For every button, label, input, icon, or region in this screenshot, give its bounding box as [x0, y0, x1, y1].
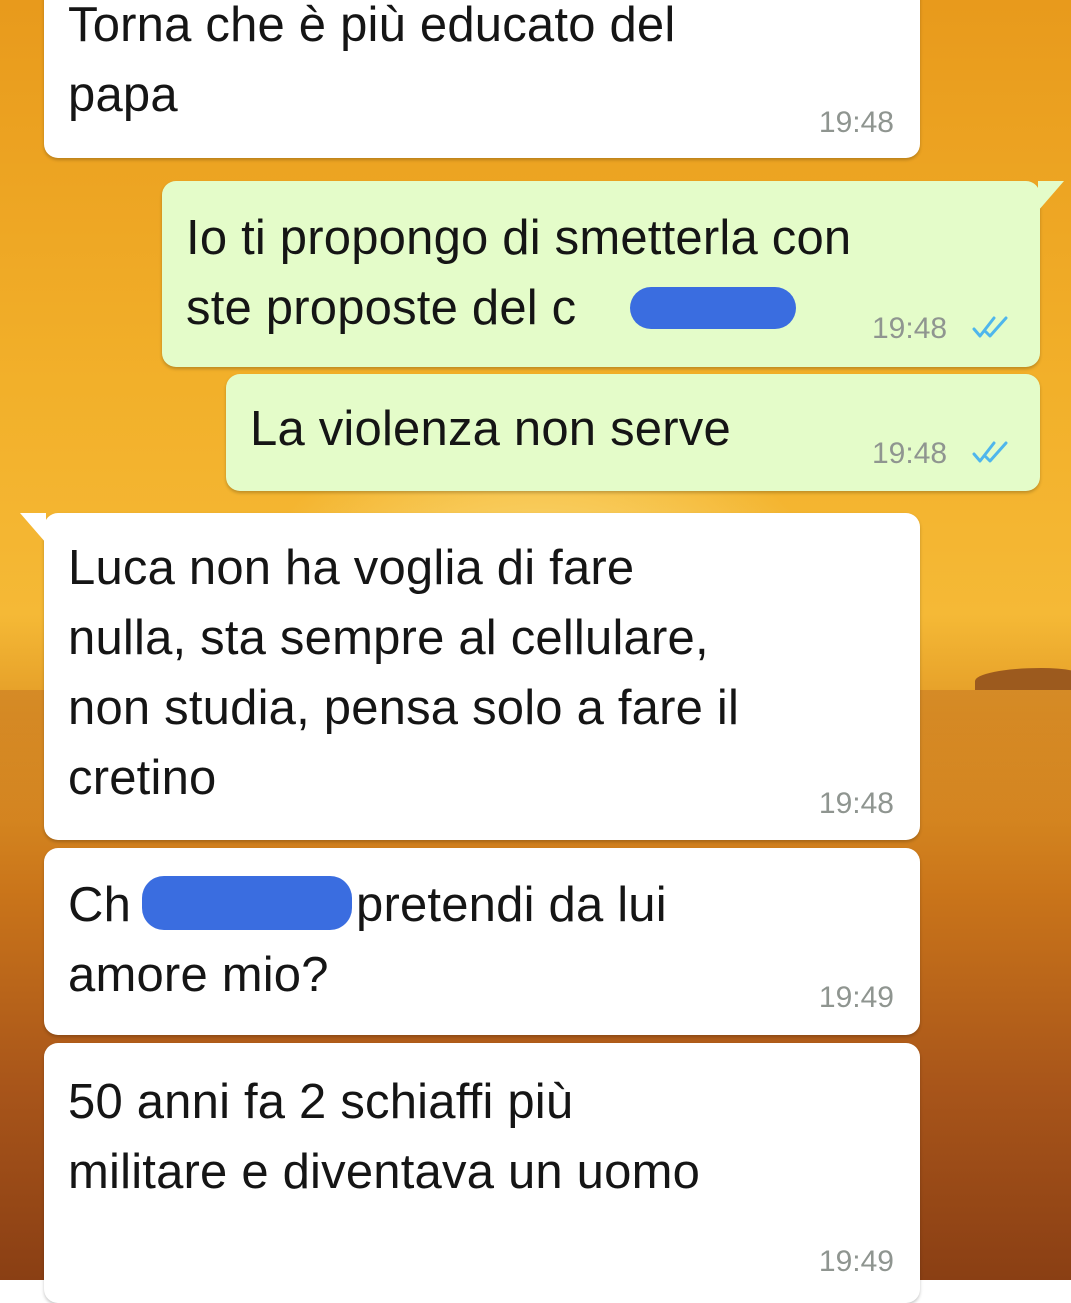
double-check-icon: [972, 316, 1008, 338]
message-timestamp: 19:49: [818, 981, 894, 1014]
censor-scribble: [142, 876, 352, 930]
message-text-line: amore mio?: [68, 948, 329, 1002]
message-text-line: Ch: [68, 878, 132, 932]
message-bubble-incoming[interactable]: Luca non ha voglia di fare nulla, sta se…: [20, 513, 920, 840]
message-bubble-outgoing[interactable]: Io ti propongo di smetterla con ste prop…: [162, 181, 1064, 367]
message-text-line: ste proposte del c: [186, 281, 577, 335]
message-text-line: Io ti propongo di smetterla con: [186, 211, 852, 265]
message-text-line: papa: [68, 68, 178, 122]
bubble-tail: [1038, 181, 1064, 211]
bubble-tail: [20, 513, 46, 543]
message-text-line: cretino: [68, 751, 217, 805]
message-bubble-incoming[interactable]: 50 anni fa 2 schiaffi più militare e div…: [44, 1043, 920, 1303]
message-bubble-outgoing[interactable]: La violenza non serve 19:48: [226, 374, 1040, 491]
message-text-line: Torna che è più educato del: [68, 0, 676, 52]
message-timestamp: 19:48: [818, 106, 894, 139]
message-text-line: militare e diventava un uomo: [68, 1145, 701, 1199]
message-text-line: pretendi da lui: [356, 878, 667, 932]
message-timestamp: 19:48: [818, 787, 894, 820]
message-bubble-incoming[interactable]: Torna che è più educato del papa 19:48: [44, 0, 920, 158]
message-text-line: Luca non ha voglia di fare: [68, 541, 635, 595]
message-text-line: 50 anni fa 2 schiaffi più: [68, 1075, 574, 1129]
message-text-line: non studia, pensa solo a fare il: [68, 681, 740, 735]
double-check-icon: [972, 441, 1008, 463]
censor-scribble: [630, 287, 796, 329]
message-text-line: La violenza non serve: [250, 402, 731, 456]
message-text-line: nulla, sta sempre al cellulare,: [68, 611, 709, 665]
message-timestamp: 19:48: [872, 312, 948, 345]
message-bubble-incoming[interactable]: Ch pretendi da lui amore mio? 19:49: [44, 848, 920, 1035]
message-timestamp: 19:49: [818, 1245, 894, 1278]
message-timestamp: 19:48: [872, 437, 948, 470]
